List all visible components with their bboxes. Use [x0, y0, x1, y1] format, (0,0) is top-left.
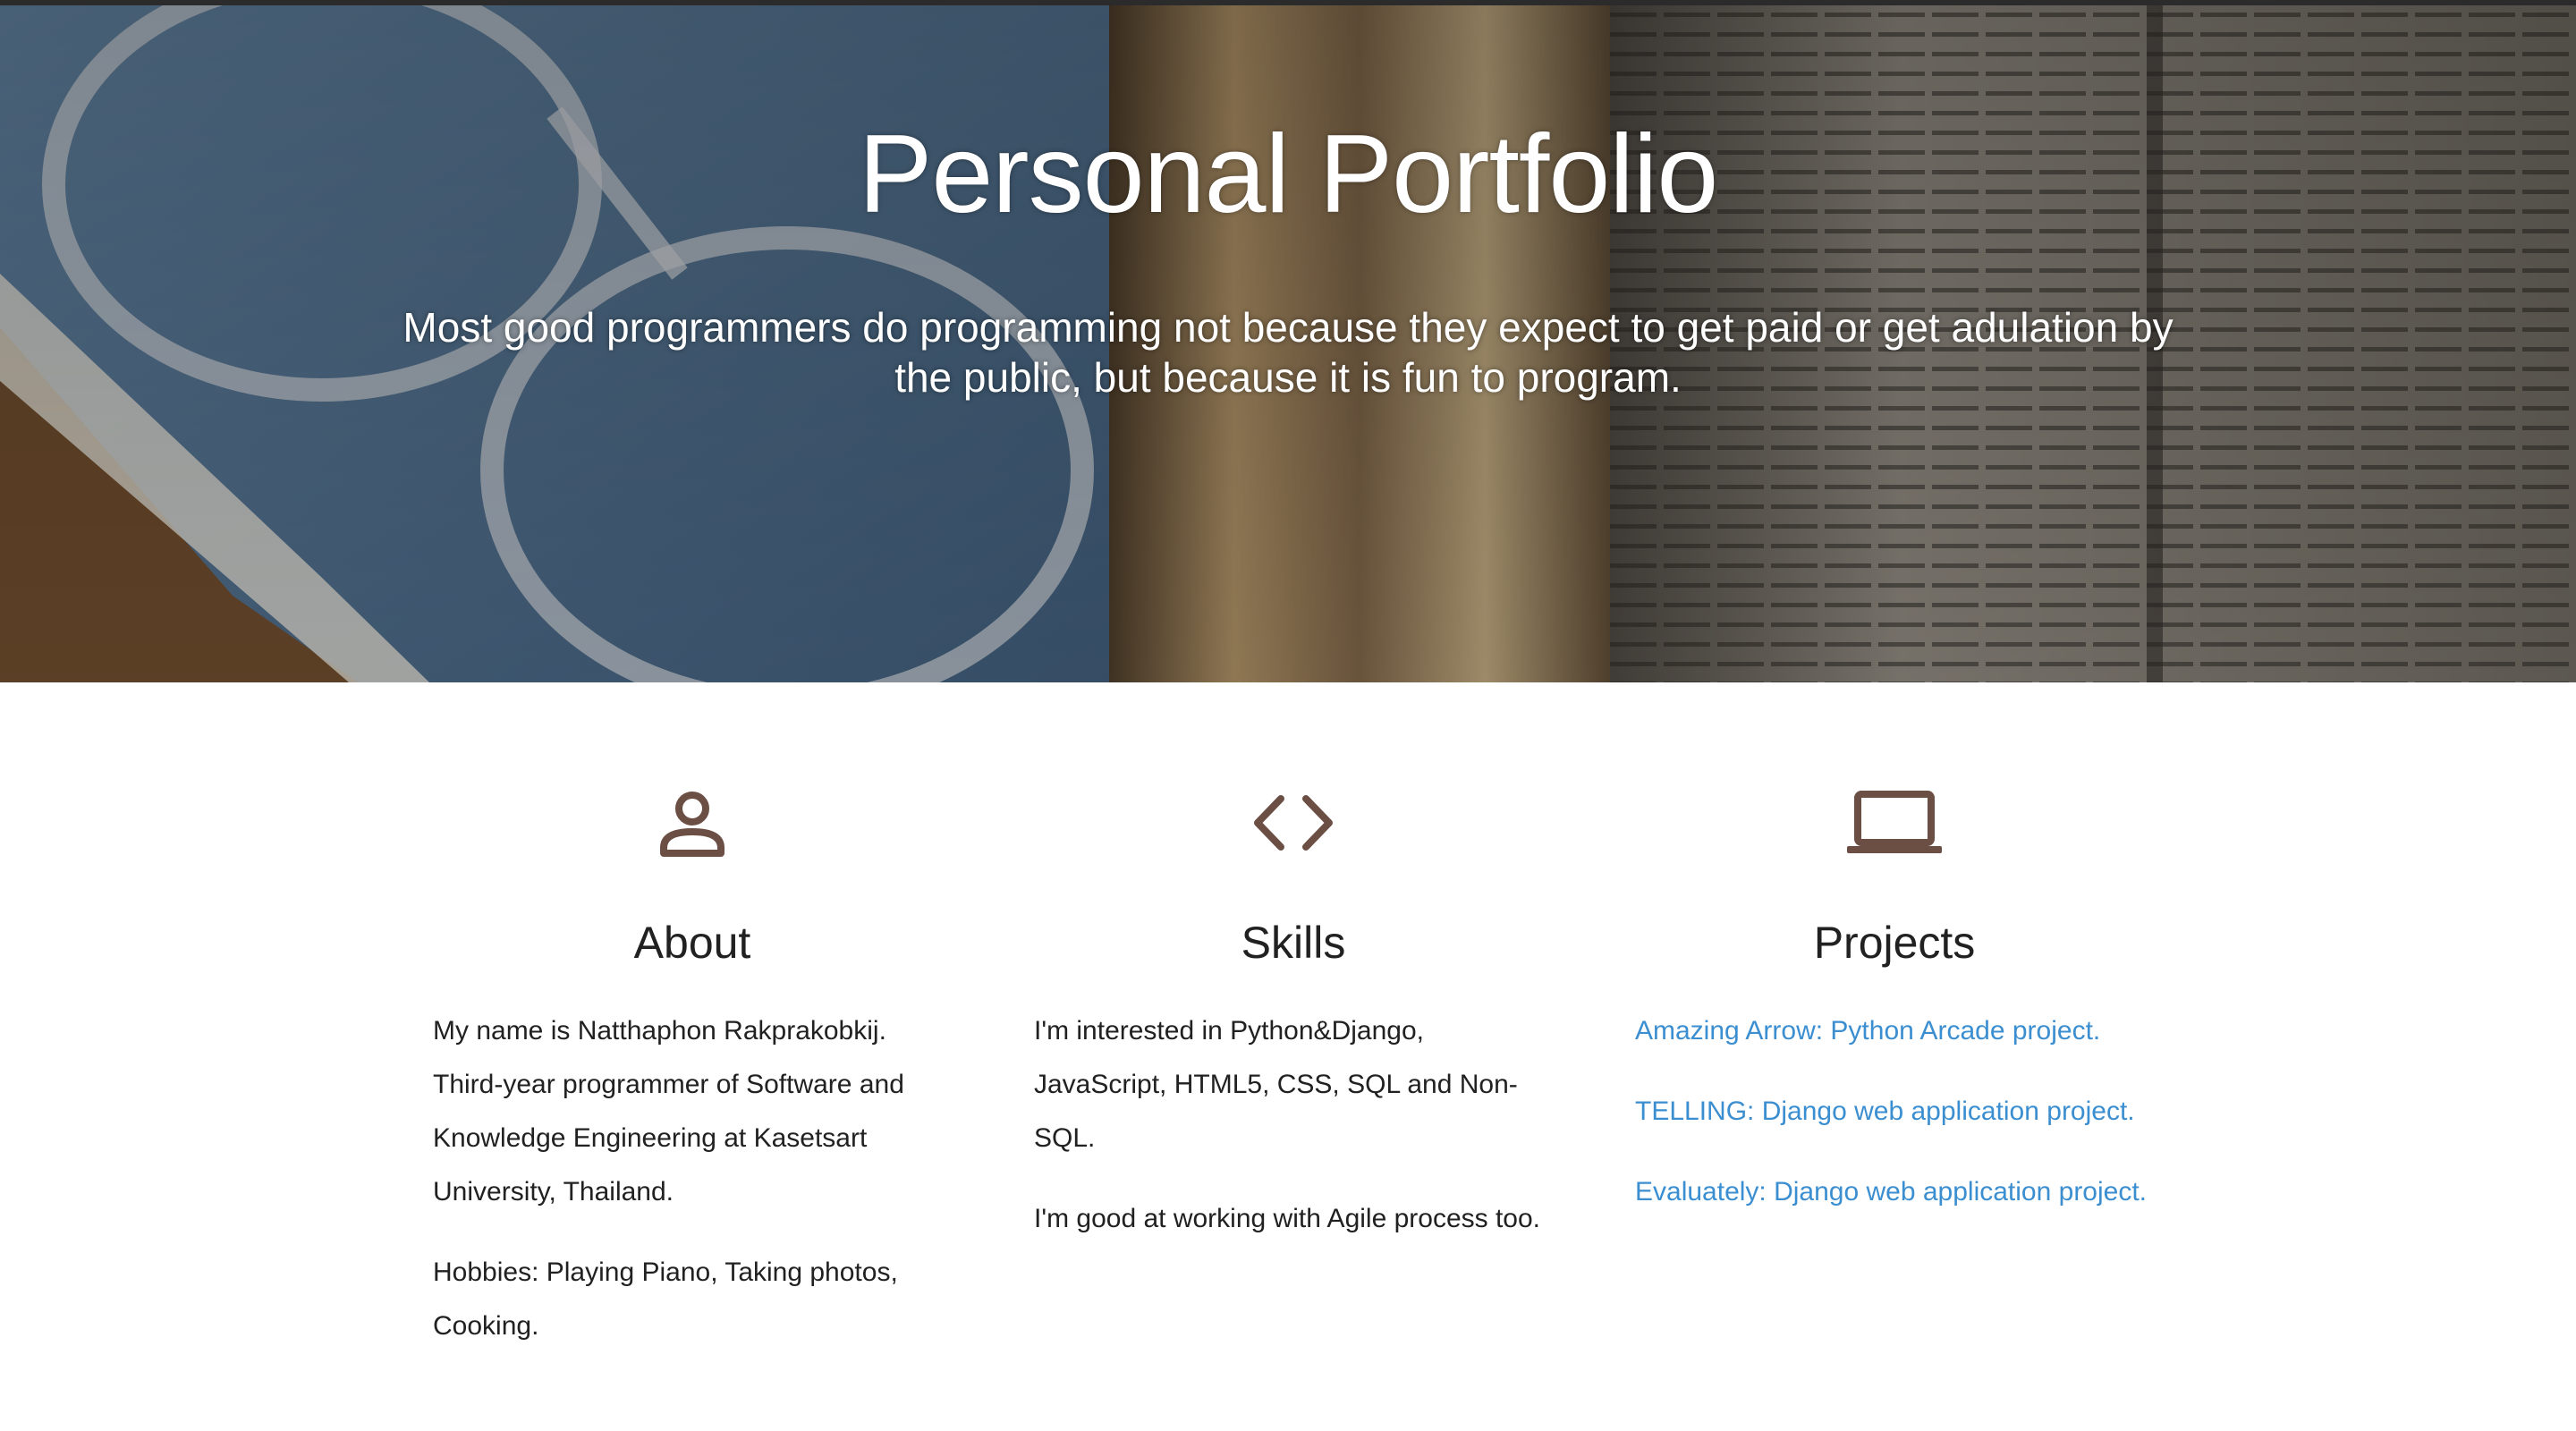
skills-heading: Skills [1241, 918, 1346, 968]
code-icon [1034, 783, 1553, 863]
laptop-icon [1635, 783, 2154, 863]
about-intro-text: My name is Natthaphon Rakprakobkij. Thir… [433, 1016, 904, 1207]
hero-banner: Personal Portfolio Most good programmers… [0, 5, 2576, 682]
skills-interests-text: I'm interested in Python&Django, JavaScr… [1034, 1016, 1518, 1153]
projects-list: Amazing Arrow: Python Arcade project. TE… [1635, 1004, 2154, 1246]
page-title: Personal Portfolio [858, 113, 1719, 236]
person-icon [433, 783, 952, 863]
projects-heading: Projects [1813, 918, 1976, 968]
skills-agile-text: I'm good at working with Agile process t… [1034, 1204, 1541, 1233]
feature-section: About My name is Natthaphon Rakprakobkij… [0, 682, 2576, 1431]
about-body: My name is Natthaphon Rakprakobkij. Thir… [433, 1004, 952, 1380]
skills-body: I'm interested in Python&Django, JavaScr… [1034, 1004, 1553, 1273]
about-heading: About [633, 918, 751, 968]
project-link-amazing-arrow[interactable]: Amazing Arrow: Python Arcade project. [1635, 1004, 2154, 1058]
about-hobbies-text: Hobbies: Playing Piano, Taking photos, C… [433, 1257, 898, 1341]
project-link-evaluately[interactable]: Evaluately: Django web application proje… [1635, 1165, 2154, 1219]
project-link-telling[interactable]: TELLING: Django web application project. [1635, 1085, 2154, 1139]
hero-quote: Most good programmers do programming not… [402, 304, 2174, 401]
